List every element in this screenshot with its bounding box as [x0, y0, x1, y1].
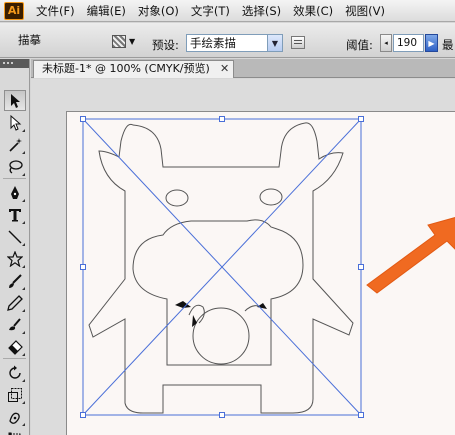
preset-label: 预设: — [152, 38, 179, 52]
tracing-options-button[interactable] — [291, 36, 305, 49]
close-icon[interactable]: ✕ — [220, 61, 229, 77]
handle-middle-right[interactable] — [358, 264, 364, 270]
handle-middle-left[interactable] — [80, 264, 86, 270]
handle-bottom-center[interactable] — [219, 412, 225, 418]
preset-select[interactable]: 手绘素描 ▼ — [186, 34, 283, 52]
app-logo: Ai — [4, 1, 24, 20]
cow-head-outline — [132, 219, 304, 366]
handle-bottom-right[interactable] — [358, 412, 364, 418]
annotation-arrow — [366, 217, 455, 294]
threshold-input[interactable]: 190 — [393, 34, 424, 52]
blob-brush-tool-icon[interactable] — [4, 314, 26, 335]
menu-select[interactable]: 选择(S) — [236, 1, 287, 21]
eraser-tool-icon[interactable] — [4, 336, 26, 357]
tools-panel — [0, 59, 30, 435]
cow-horn-left — [188, 304, 205, 324]
free-transform-tool-icon[interactable] — [4, 428, 26, 435]
document-tab-title: 未标题-1* @ 100% (CMYK/预览) — [42, 62, 210, 75]
handle-top-center[interactable] — [219, 116, 225, 122]
threshold-slider-button[interactable]: ▶ — [425, 34, 438, 52]
chevron-down-icon[interactable]: ▼ — [129, 37, 135, 46]
rotate-tool-icon[interactable] — [4, 362, 26, 383]
warp-tool-icon[interactable] — [4, 406, 26, 427]
menu-view[interactable]: 视图(V) — [339, 1, 391, 21]
menu-file[interactable]: 文件(F) — [30, 1, 81, 21]
trace-mode-title: 描摹 — [18, 33, 41, 47]
pen-tool-icon[interactable] — [4, 182, 26, 203]
menu-edit[interactable]: 编辑(E) — [81, 1, 132, 21]
type-tool-icon[interactable] — [4, 204, 26, 225]
tracing-preset-icon[interactable] — [112, 35, 126, 48]
star-tool-icon[interactable] — [4, 248, 26, 269]
menu-bar: Ai 文件(F) 编辑(E) 对象(O) 文字(T) 选择(S) 效果(C) 视… — [0, 0, 455, 22]
illustrator-window: Ai 文件(F) 编辑(E) 对象(O) 文字(T) 选择(S) 效果(C) 视… — [0, 0, 455, 435]
menu-object[interactable]: 对象(O) — [132, 1, 185, 21]
chevron-down-icon[interactable]: ▼ — [267, 35, 282, 51]
direct-selection-tool-icon[interactable] — [4, 112, 26, 133]
preset-value: 手绘素描 — [190, 36, 236, 50]
artwork-layer — [80, 116, 455, 418]
line-tool-icon[interactable] — [4, 226, 26, 247]
min-width-label: 最 — [442, 38, 454, 52]
tool-separator — [3, 178, 26, 181]
cow-mouth — [192, 307, 250, 365]
paintbrush-tool-icon[interactable] — [4, 270, 26, 291]
handle-top-left[interactable] — [80, 116, 86, 122]
threshold-stepper[interactable]: ◂ — [380, 34, 392, 52]
cow-left-eye — [165, 189, 189, 207]
canvas-area[interactable] — [31, 79, 455, 435]
threshold-label: 阈值: — [346, 38, 373, 52]
selection-tool-icon[interactable] — [4, 90, 26, 111]
menu-type[interactable]: 文字(T) — [185, 1, 236, 21]
tools-panel-grip[interactable] — [0, 59, 29, 68]
lasso-tool-icon[interactable] — [4, 156, 26, 177]
scale-tool-icon[interactable] — [4, 384, 26, 405]
pencil-tool-icon[interactable] — [4, 292, 26, 313]
magic-wand-tool-icon[interactable] — [4, 134, 26, 155]
trace-anchor-marks — [175, 301, 267, 327]
handle-top-right[interactable] — [358, 116, 364, 122]
document-tab-bar: 未标题-1* @ 100% (CMYK/预览) ✕ — [31, 59, 455, 78]
control-bar: 描摹 ▼ 预设: 手绘素描 ▼ 阈值: ◂ 190 ▶ 最 — [0, 23, 455, 58]
tool-separator — [3, 358, 26, 361]
handle-bottom-left[interactable] — [80, 412, 86, 418]
cow-right-eye — [259, 188, 283, 206]
menu-effect[interactable]: 效果(C) — [287, 1, 339, 21]
document-tab[interactable]: 未标题-1* @ 100% (CMYK/预览) ✕ — [33, 60, 234, 78]
